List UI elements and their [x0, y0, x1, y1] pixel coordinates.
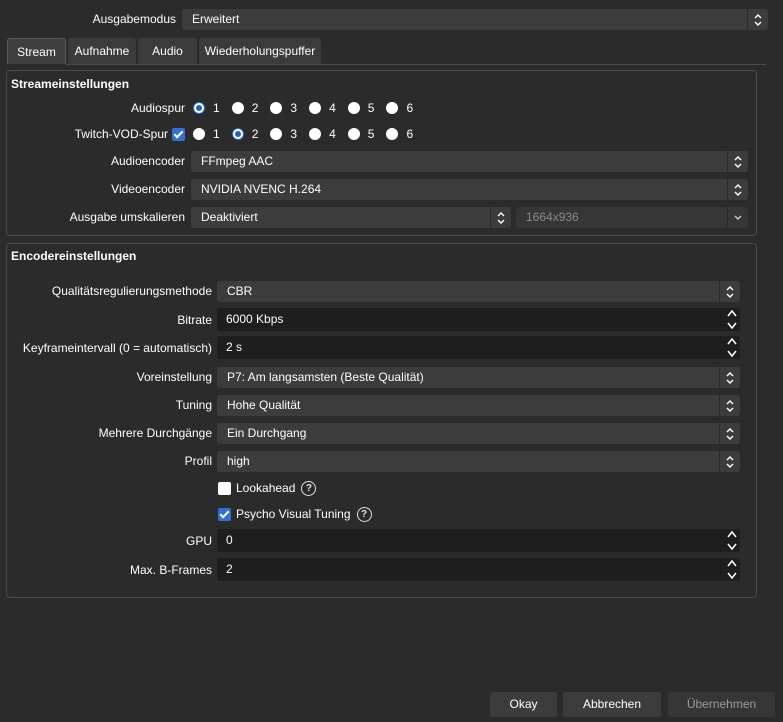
audio-track-radio-6[interactable] [386, 102, 399, 114]
chevron-down-icon[interactable] [726, 571, 738, 580]
keyframe-label: Keyframeintervall (0 = automatisch) [22, 341, 212, 355]
psycho-visual-row: Psycho Visual Tuning ? [218, 504, 372, 524]
audio-encoder-label: Audioencoder [110, 154, 185, 168]
preset-select[interactable]: P7: Am langsamsten (Beste Qualität) [217, 367, 740, 388]
tuning-select[interactable]: Hohe Qualität [217, 395, 740, 416]
tab-replay-buffer[interactable]: Wiederholungspuffer [199, 38, 321, 64]
preset-value: P7: Am langsamsten (Beste Qualität) [227, 370, 424, 384]
chevron-up-icon[interactable] [726, 337, 738, 346]
output-mode-label: Ausgabemodus [92, 12, 176, 26]
preset-label: Voreinstellung [136, 370, 212, 384]
tab-stream[interactable]: Stream [7, 38, 66, 64]
audio-track-radio-5[interactable] [347, 102, 360, 114]
gpu-value: 0 [226, 533, 233, 547]
audio-track-label: Audiospur [130, 101, 185, 115]
chevron-down-icon[interactable] [726, 349, 738, 358]
multipass-label: Mehrere Durchgänge [98, 426, 212, 440]
bframes-label: Max. B-Frames [129, 563, 212, 577]
tab-recording[interactable]: Aufnahme [68, 38, 136, 64]
gpu-label: GPU [185, 534, 212, 548]
ok-button[interactable]: Okay [490, 692, 557, 717]
keyframe-spinbox[interactable]: 2 s [217, 336, 740, 359]
bitrate-spinbox[interactable]: 6000 Kbps [217, 308, 740, 331]
updown-chevron-icon [719, 281, 740, 302]
multipass-value: Ein Durchgang [227, 426, 307, 440]
updown-chevron-icon [490, 207, 511, 228]
help-icon[interactable]: ? [356, 506, 372, 522]
profile-select[interactable]: high [217, 451, 740, 472]
profile-label: Profil [184, 454, 212, 468]
tab-divider [66, 64, 766, 65]
stream-settings-title: Streameinstellungen [11, 77, 130, 91]
chevron-up-icon[interactable] [726, 530, 738, 539]
twitch-vod-radio-4[interactable] [309, 128, 322, 140]
video-encoder-label: Videoencoder [111, 182, 185, 196]
rate-control-label: Qualitätsregulierungsmethode [51, 284, 212, 298]
chevron-down-icon [727, 207, 748, 228]
bframes-value: 2 [226, 562, 233, 576]
chevron-down-icon[interactable] [726, 542, 738, 551]
chevron-up-icon[interactable] [726, 309, 738, 318]
profile-value: high [227, 454, 250, 468]
help-icon[interactable]: ? [301, 480, 317, 496]
lookahead-row: Lookahead ? [218, 478, 317, 498]
rescale-label: Ausgabe umskalieren [69, 210, 185, 224]
twitch-vod-radios: 1 2 3 4 5 6 [172, 124, 425, 144]
updown-chevron-icon [727, 151, 748, 172]
output-mode-select[interactable]: Erweitert [182, 9, 768, 30]
audio-track-radio-1[interactable] [193, 102, 205, 114]
cancel-button[interactable]: Abbrechen [563, 692, 661, 717]
updown-chevron-icon [747, 9, 768, 30]
audio-track-radios: 1 2 3 4 5 6 [193, 98, 425, 118]
twitch-vod-radio-5[interactable] [347, 128, 360, 140]
twitch-vod-radio-6[interactable] [386, 128, 399, 140]
tuning-value: Hohe Qualität [227, 398, 301, 412]
updown-chevron-icon [719, 367, 740, 388]
output-mode-value: Erweitert [192, 12, 240, 26]
rate-control-value: CBR [227, 284, 253, 298]
audio-track-radio-4[interactable] [309, 102, 322, 114]
twitch-vod-radio-2[interactable] [231, 128, 244, 140]
bitrate-label: Bitrate [177, 313, 212, 327]
updown-chevron-icon [719, 423, 740, 444]
rescale-select[interactable]: Deaktiviert [191, 207, 511, 228]
twitch-vod-radio-3[interactable] [270, 128, 283, 140]
audio-track-radio-2[interactable] [231, 102, 244, 114]
twitch-vod-label: Twitch-VOD-Spur [74, 127, 168, 141]
chevron-up-icon[interactable] [726, 559, 738, 568]
video-encoder-value: NVIDIA NVENC H.264 [201, 182, 322, 196]
video-encoder-select[interactable]: NVIDIA NVENC H.264 [191, 179, 748, 200]
updown-chevron-icon [719, 451, 740, 472]
rescale-resolution-value: 1664x936 [526, 210, 579, 224]
twitch-vod-checkbox[interactable] [172, 127, 185, 141]
updown-chevron-icon [719, 395, 740, 416]
rescale-resolution-select[interactable]: 1664x936 [516, 207, 748, 228]
tab-audio[interactable]: Audio [138, 38, 197, 64]
rescale-value: Deaktiviert [201, 210, 258, 224]
psycho-visual-checkbox[interactable] [218, 507, 231, 521]
multipass-select[interactable]: Ein Durchgang [217, 423, 740, 444]
lookahead-label: Lookahead [236, 481, 296, 495]
bframes-spinbox[interactable]: 2 [217, 558, 740, 581]
updown-chevron-icon [727, 179, 748, 200]
twitch-vod-radio-1[interactable] [193, 128, 205, 140]
rate-control-select[interactable]: CBR [217, 281, 740, 302]
chevron-down-icon[interactable] [726, 321, 738, 330]
audio-track-radio-3[interactable] [270, 102, 283, 114]
tuning-label: Tuning [175, 398, 212, 412]
bitrate-value: 6000 Kbps [226, 312, 284, 326]
lookahead-checkbox[interactable] [218, 481, 231, 495]
audio-encoder-select[interactable]: FFmpeg AAC [191, 151, 748, 172]
apply-button[interactable]: Übernehmen [668, 692, 775, 717]
encoder-settings-title: Encodereinstellungen [11, 249, 137, 263]
audio-encoder-value: FFmpeg AAC [201, 154, 274, 168]
gpu-spinbox[interactable]: 0 [217, 529, 740, 552]
psycho-visual-label: Psycho Visual Tuning [236, 507, 351, 521]
keyframe-value: 2 s [226, 340, 243, 354]
